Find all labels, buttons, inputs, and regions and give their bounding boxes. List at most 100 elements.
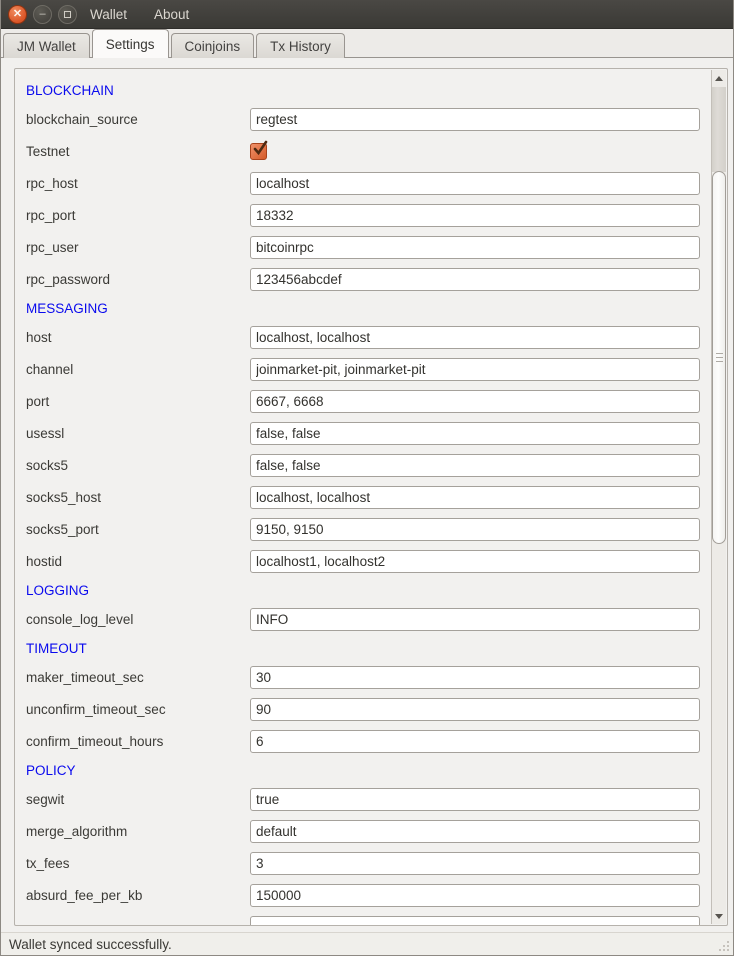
field-row-socks5-port: socks5_port [26,513,700,545]
section-label: BLOCKCHAIN [26,83,114,98]
rpc-password-input[interactable] [250,268,700,291]
field-row-port: port [26,385,700,417]
vertical-scrollbar[interactable] [711,70,726,924]
field-label: rpc_password [26,272,250,287]
host-input[interactable] [250,326,700,349]
confirm-timeout-hours-input[interactable] [250,730,700,753]
field-label: merge_algorithm [26,824,250,839]
minimize-icon: – [39,9,45,20]
resize-grip[interactable] [717,940,730,953]
field-label: maker_timeout_sec [26,670,250,685]
section-label: TIMEOUT [26,641,87,656]
arrow-up-icon [715,76,723,81]
section-header-messaging: MESSAGING [26,295,700,321]
field-row-merge-algorithm: merge_algorithm [26,815,700,847]
close-icon: ✕ [13,9,22,20]
checkmark-icon [252,141,267,156]
field-label: channel [26,362,250,377]
field-row-socks5: socks5 [26,449,700,481]
tab-settings[interactable]: Settings [92,29,169,58]
close-button[interactable]: ✕ [8,5,27,24]
rpc-port-input[interactable] [250,204,700,227]
tabs: JM WalletSettingsCoinjoinsTx History [3,29,347,58]
field-row-rpc-port: rpc_port [26,199,700,231]
port-input[interactable] [250,390,700,413]
field-label: socks5 [26,458,250,473]
field-row-testnet: Testnet [26,135,700,167]
field-row-blockchain-source: blockchain_source [26,103,700,135]
merge-algorithm-input[interactable] [250,820,700,843]
tab-tx-history[interactable]: Tx History [256,33,345,58]
field-row-channel: channel [26,353,700,385]
field-label: rpc_user [26,240,250,255]
absurd-fee-per-kb-input[interactable] [250,884,700,907]
field-label: console_log_level [26,612,250,627]
field-row-host: host [26,321,700,353]
socks5-input[interactable] [250,454,700,477]
menu-about[interactable]: About [154,7,189,22]
section-header-blockchain: BLOCKCHAIN [26,77,700,103]
field-row-socks5-host: socks5_host [26,481,700,513]
field-label: socks5_host [26,490,250,505]
menu-wallet[interactable]: Wallet [90,7,127,22]
field-row-unconfirm-timeout-sec: unconfirm_timeout_sec [26,693,700,725]
field-row-hostid: hostid [26,545,700,577]
arrow-down-icon [715,914,723,919]
channel-input[interactable] [250,358,700,381]
scroll-down-button[interactable] [712,908,726,924]
checkbox-cell [250,143,700,160]
maker-timeout-sec-input[interactable] [250,666,700,689]
maximize-icon [64,11,71,18]
field-row-rpc-password: rpc_password [26,263,700,295]
hostid-input[interactable] [250,550,700,573]
segwit-input[interactable] [250,788,700,811]
tab-jm-wallet[interactable]: JM Wallet [3,33,90,58]
field-row-usessl: usessl [26,417,700,449]
section-header-logging: LOGGING [26,577,700,603]
partial-input[interactable] [250,916,700,927]
field-row-maker-timeout-sec: maker_timeout_sec [26,661,700,693]
field-row-console-log-level: console_log_level [26,603,700,635]
field-label: rpc_port [26,208,250,223]
thumb-grip-icon [716,353,723,354]
titlebar: ✕ – Wallet About [1,0,733,29]
field-label: confirm_timeout_hours [26,734,250,749]
scrollbar-thumb[interactable] [712,171,726,544]
field-label: unconfirm_timeout_sec [26,702,250,717]
usessl-input[interactable] [250,422,700,445]
minimize-button[interactable]: – [33,5,52,24]
section-label: LOGGING [26,583,89,598]
field-label: blockchain_source [26,112,250,127]
field-label: socks5_port [26,522,250,537]
status-text: Wallet synced successfully. [9,937,172,952]
tx-fees-input[interactable] [250,852,700,875]
field-row-confirm-timeout-hours: confirm_timeout_hours [26,725,700,757]
maximize-button[interactable] [58,5,77,24]
socks5-host-input[interactable] [250,486,700,509]
tab-coinjoins[interactable]: Coinjoins [171,33,255,58]
field-label: absurd_fee_per_kb [26,888,250,903]
field-row-tx-fees: tx_fees [26,847,700,879]
blockchain-source-input[interactable] [250,108,700,131]
socks5-port-input[interactable] [250,518,700,541]
scrollbar-track-upper[interactable] [712,87,726,172]
field-label: segwit [26,792,250,807]
field-row-partial [26,911,700,926]
field-label: tx_fees [26,856,250,871]
rpc-user-input[interactable] [250,236,700,259]
rpc-host-input[interactable] [250,172,700,195]
field-label: usessl [26,426,250,441]
testnet-checkbox[interactable] [250,143,267,160]
console-log-level-input[interactable] [250,608,700,631]
settings-scroll-area: BLOCKCHAINblockchain_sourceTestnetrpc_ho… [14,68,728,926]
scroll-up-button[interactable] [712,70,726,86]
unconfirm-timeout-sec-input[interactable] [250,698,700,721]
menubar: Wallet About [90,7,189,22]
thumb-grip-icon [716,361,723,362]
section-label: MESSAGING [26,301,108,316]
field-row-segwit: segwit [26,783,700,815]
app-window: ✕ – Wallet About JM WalletSettingsCoinjo… [0,0,734,956]
field-label: port [26,394,250,409]
section-header-timeout: TIMEOUT [26,635,700,661]
field-label: host [26,330,250,345]
